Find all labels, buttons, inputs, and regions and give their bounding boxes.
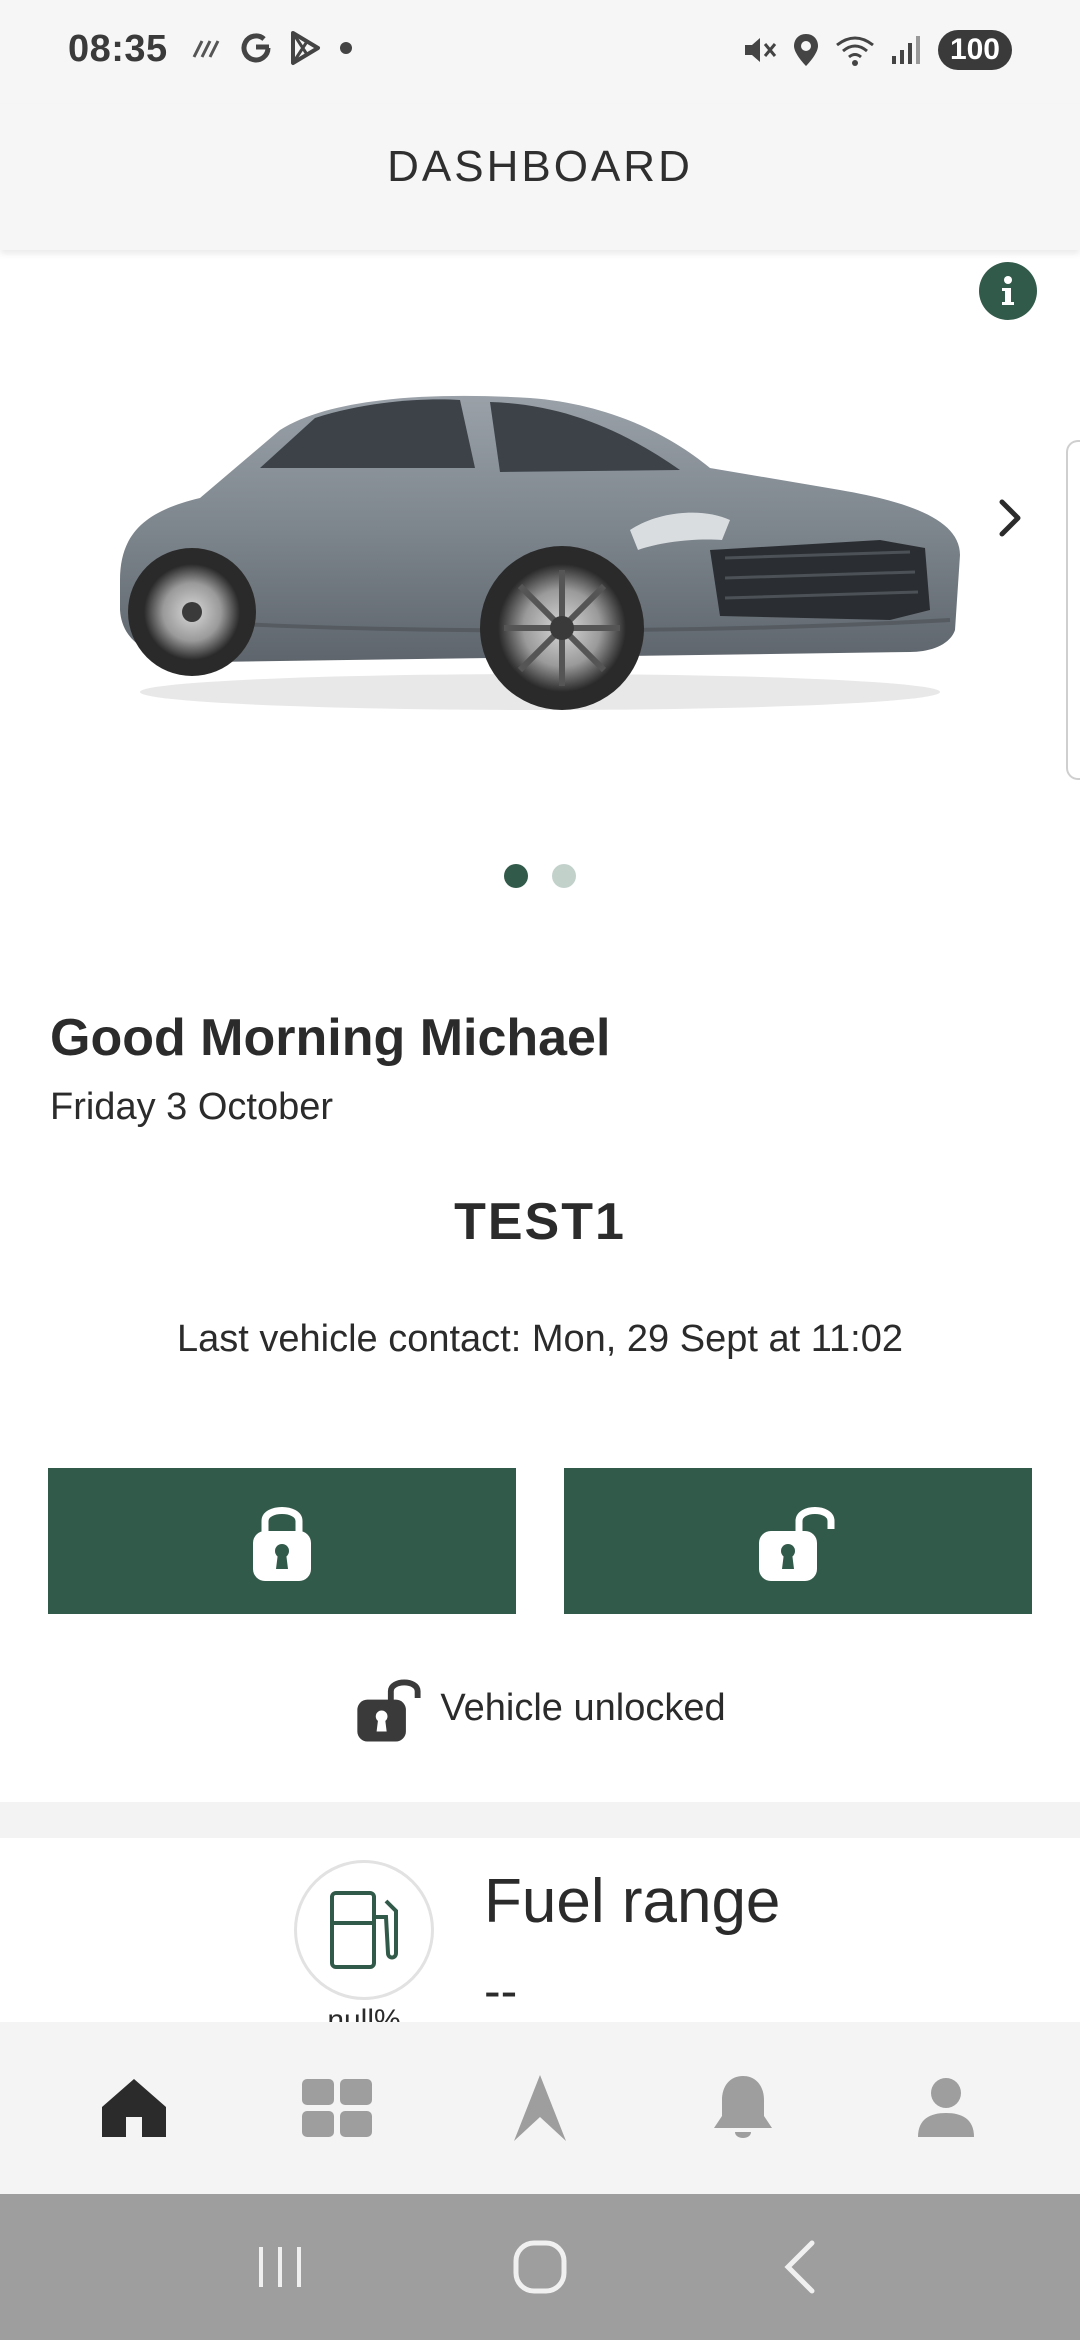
nav-navigation[interactable] — [480, 2048, 600, 2168]
status-bar: 08:35 100 — [0, 0, 1080, 104]
status-right-icons: 100 — [742, 30, 1012, 70]
info-button[interactable] — [979, 262, 1037, 320]
play-store-icon — [291, 31, 320, 65]
bell-icon — [714, 2076, 773, 2138]
vehicle-name: TEST1 — [454, 1193, 626, 1251]
battery-indicator: 100 — [937, 30, 1012, 70]
fuel-gauge — [294, 1860, 434, 2000]
edge-panel-handle[interactable] — [1066, 440, 1080, 780]
signal-icon — [891, 36, 920, 64]
grid-icon — [301, 2079, 372, 2137]
profile-icon — [918, 2078, 975, 2137]
last-contact-text: Last vehicle contact: Mon, 29 Sept at 11… — [177, 1318, 903, 1360]
bottom-nav — [0, 2022, 1080, 2194]
fuel-range-title: Fuel range — [484, 1867, 781, 1936]
page-title: DASHBOARD — [387, 142, 693, 191]
greeting-text: Good Morning Michael — [50, 1009, 611, 1067]
home-icon — [101, 2079, 166, 2137]
car-image — [120, 395, 960, 710]
location-icon — [793, 34, 818, 66]
home-system-button[interactable] — [490, 2217, 590, 2317]
signal-lines-icon — [192, 40, 220, 58]
back-button[interactable] — [750, 2217, 850, 2317]
unlock-button[interactable] — [564, 1468, 1032, 1614]
recent-apps-icon — [259, 2247, 301, 2287]
lock-status: Vehicle unlocked — [0, 1672, 1080, 1744]
fuel-pump-icon — [330, 1891, 398, 1969]
back-chevron-icon — [784, 2240, 815, 2294]
system-nav-bar — [0, 2194, 1080, 2340]
section-divider — [0, 1802, 1080, 1838]
navigation-arrow-icon — [513, 2075, 566, 2141]
dot-icon — [340, 42, 352, 54]
status-left-icons — [192, 30, 356, 66]
google-icon — [241, 33, 271, 63]
status-time: 08:35 — [68, 28, 168, 70]
info-icon — [1002, 276, 1014, 305]
carousel-pager — [0, 864, 1080, 888]
unlock-icon — [759, 1507, 835, 1581]
pager-dot-active[interactable] — [504, 864, 528, 888]
lock-button[interactable] — [48, 1468, 516, 1614]
mute-icon — [744, 38, 777, 62]
nav-profile[interactable] — [886, 2048, 1006, 2168]
lock-status-text: Vehicle unlocked — [440, 1686, 726, 1729]
wifi-icon — [836, 36, 874, 66]
nav-dashboard-grid[interactable] — [277, 2048, 397, 2168]
lock-icon — [253, 1507, 311, 1581]
nav-notifications[interactable] — [683, 2048, 803, 2168]
home-circle-icon — [513, 2240, 567, 2294]
chevron-right-icon[interactable] — [992, 494, 1028, 542]
recent-apps-button[interactable] — [230, 2217, 330, 2317]
fuel-range-value: -- — [484, 1963, 518, 2019]
unlocked-status-icon — [357, 1679, 421, 1742]
nav-home[interactable] — [74, 2048, 194, 2168]
date-text: Friday 3 October — [50, 1086, 333, 1128]
app-header: DASHBOARD — [0, 104, 1080, 250]
pager-dot[interactable] — [552, 864, 576, 888]
